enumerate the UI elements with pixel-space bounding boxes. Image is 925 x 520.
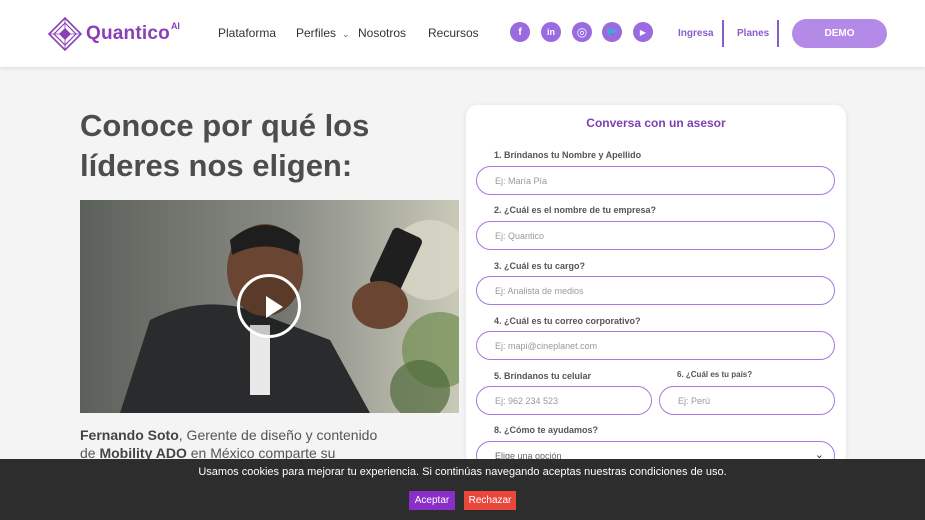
header-divider [722,20,724,47]
field-label-name: 1. Bríndanos tu Nombre y Apellido [494,150,642,160]
field-label-phone: 5. Bríndanos tu celular [494,371,592,381]
testimonial-name: Fernando Soto [80,427,179,443]
linkedin-icon[interactable]: in [541,22,561,42]
company-field[interactable] [476,221,835,250]
nav-item-plataforma[interactable]: Plataforma [218,26,276,40]
quantico-logo-icon [48,17,82,51]
brand-logo[interactable]: Quantico AI [48,17,180,51]
page-title: Conoce por qué los líderes nos eligen: [80,108,370,183]
header-divider [777,20,779,47]
name-field[interactable] [476,166,835,195]
country-field[interactable] [659,386,835,415]
nav-item-recursos[interactable]: Recursos [428,26,479,40]
email-field[interactable] [476,331,835,360]
cookie-banner: Usamos cookies para mejorar tu experienc… [0,459,925,520]
field-label-company: 2. ¿Cuál es el nombre de tu empresa? [494,205,657,215]
youtube-icon[interactable]: ▶ [633,22,653,42]
form-title: Conversa con un asesor [586,116,726,130]
brand-suffix: AI [170,21,180,31]
field-label-email: 4. ¿Cuál es tu correo corporativo? [494,316,641,326]
play-button[interactable] [237,274,301,338]
twitter-icon[interactable]: 🐦 [602,22,622,42]
nav-item-perfiles[interactable]: Perfiles ⌄ [296,26,350,40]
phone-field[interactable] [476,386,652,415]
brand-name: Quantico [86,23,170,44]
site-header: Quantico AI Plataforma Perfiles ⌄ Nosotro… [0,0,925,67]
field-label-role: 3. ¿Cuál es tu cargo? [494,261,586,271]
plans-link[interactable]: Planes [737,28,769,39]
instagram-icon[interactable]: ◎ [572,22,592,42]
nav-item-label: Perfiles [296,26,337,40]
field-label-help: 8. ¿Cómo te ayudamos? [494,425,599,435]
accept-cookies-button[interactable]: Aceptar [409,491,455,510]
testimonial-video[interactable] [80,200,459,413]
contact-form: Conversa con un asesor 1. Bríndanos tu N… [466,105,846,470]
reject-cookies-button[interactable]: Rechazar [464,491,516,510]
field-label-country: 6. ¿Cuál es tu país? [677,370,753,379]
role-field[interactable] [476,276,835,305]
nav-item-nosotros[interactable]: Nosotros [358,26,406,40]
facebook-icon[interactable]: f [510,22,530,42]
chevron-down-icon: ⌄ [342,29,350,39]
login-link[interactable]: Ingresa [678,28,714,39]
cookie-message: Usamos cookies para mejorar tu experienc… [198,466,727,478]
demo-button[interactable]: DEMO [792,19,887,48]
